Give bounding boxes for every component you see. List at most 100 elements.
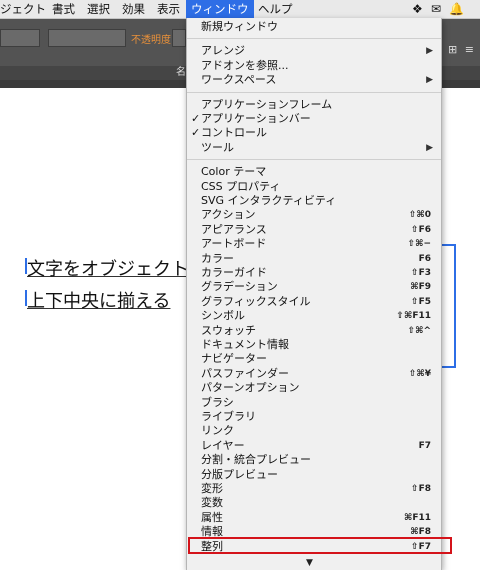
menu-item[interactable]: アレンジ ▶: [187, 44, 441, 58]
menu-item[interactable]: 変数: [187, 496, 441, 510]
menu-item[interactable]: 属性 ⌘F11: [187, 511, 441, 525]
dropbox-icon[interactable]: ❖: [412, 2, 423, 16]
menu-item-label: ライブラリ: [201, 410, 256, 423]
menu-item[interactable]: アートボード ⇧⌘−: [187, 237, 441, 251]
menu-item[interactable]: Color テーマ: [187, 165, 441, 179]
menu-item[interactable]: パスファインダー ⇧⌘¥: [187, 367, 441, 381]
doc-text-line-2[interactable]: 上下中央に揃える: [27, 287, 170, 313]
menu-item-shortcut: ⌘F9: [410, 282, 431, 293]
menu-window[interactable]: ウィンドウ: [186, 0, 254, 18]
menu-item-label: ツール: [201, 140, 234, 154]
bell-icon[interactable]: 🔔: [449, 2, 464, 16]
menu-item[interactable]: アプリケーションフレーム: [187, 98, 441, 112]
menu-item-label: アクション: [201, 208, 256, 222]
menu-item-label: アドオンを参照...: [201, 58, 289, 72]
menu-item-label: 分割・統合プレビュー: [201, 453, 311, 467]
document-tab-label[interactable]: 名: [176, 66, 186, 80]
doc-text-line-1[interactable]: 文字をオブジェクトの: [27, 255, 207, 281]
stroke-weight-field[interactable]: [0, 29, 40, 47]
submenu-arrow-icon: ▶: [426, 142, 433, 153]
menu-item[interactable]: シンボル ⇧⌘F11: [187, 309, 441, 323]
menu-item[interactable]: 分割・統合プレビュー: [187, 453, 441, 467]
menu-view[interactable]: 表示: [157, 0, 180, 18]
menu-item-label: アピアランス: [201, 222, 267, 236]
menu-item-label: グラフィックスタイル: [201, 294, 311, 308]
menu-item-label: リンク: [201, 424, 234, 438]
menu-item[interactable]: レイヤー F7: [187, 439, 441, 453]
menu-item[interactable]: ✓ アプリケーションバー: [187, 112, 441, 126]
menu-item-label: アプリケーションバー: [201, 112, 311, 125]
mail-icon[interactable]: ✉: [431, 2, 441, 16]
menu-item-shortcut: ⌘F11: [403, 512, 431, 523]
menu-object[interactable]: ジェクト: [0, 0, 46, 18]
menu-item-label: ドキュメント情報: [201, 338, 289, 351]
menu-item-label: パターンオプション: [201, 381, 300, 395]
menu-separator: [187, 38, 441, 40]
menu-item[interactable]: ブラシ: [187, 396, 441, 410]
menu-item-label: 分版プレビュー: [201, 467, 278, 481]
submenu-arrow-icon: ▶: [426, 46, 433, 57]
menu-item-shortcut: ⇧⌘−: [407, 239, 431, 250]
menu-item-shortcut: ⇧⌘F11: [396, 311, 431, 322]
menu-item-shortcut: ⇧F8: [411, 484, 431, 494]
menu-item-label: ブラシ: [201, 395, 234, 409]
menu-item[interactable]: SVG インタラクティビティ: [187, 194, 441, 208]
menu-item[interactable]: リンク: [187, 424, 441, 438]
selection-bracket: [440, 244, 456, 368]
menu-item-label: パスファインダー: [201, 366, 289, 380]
menu-item-label: ワークスペース: [201, 73, 277, 87]
menu-item-shortcut: ⇧F6: [411, 224, 431, 235]
menu-effect[interactable]: 効果: [122, 0, 145, 18]
menu-item[interactable]: ドキュメント情報: [187, 338, 441, 352]
window-menu: 新規ウィンドウ アレンジ ▶ アドオンを参照... ワークスペース ▶ アプリケーションフレ…: [186, 18, 442, 570]
menu-select[interactable]: 選択: [87, 0, 110, 18]
menu-item-label: 属性: [201, 510, 223, 524]
menu-item-label: グラデーション: [201, 280, 278, 294]
menu-item[interactable]: 変形 ⇧F8: [187, 482, 441, 496]
menu-item[interactable]: グラデーション ⌘F9: [187, 280, 441, 294]
menu-type[interactable]: 書式: [52, 0, 75, 18]
menu-item[interactable]: CSS プロパティ: [187, 180, 441, 194]
menu-help[interactable]: ヘルプ: [258, 0, 293, 18]
menu-item[interactable]: ワークスペース ▶: [187, 73, 441, 87]
menu-item[interactable]: アピアランス ⇧F6: [187, 223, 441, 237]
menu-item[interactable]: パターンオプション: [187, 381, 441, 395]
menu-item[interactable]: ✓ コントロール: [187, 126, 441, 140]
menu-item-label: CSS プロパティ: [201, 179, 281, 193]
menu-item[interactable]: ライブラリ: [187, 410, 441, 424]
menu-separator: [187, 91, 441, 93]
brush-select[interactable]: [48, 29, 126, 47]
opacity-field[interactable]: [172, 29, 186, 47]
menu-item-shortcut: ⇧⌘¥: [408, 368, 431, 379]
menu-item[interactable]: アクション ⇧⌘0: [187, 208, 441, 222]
menu-item-label: アレンジ: [201, 44, 245, 58]
menu-item-label: コントロール: [201, 126, 267, 140]
menu-item-label: 変数: [201, 496, 223, 510]
highlight-box: [188, 537, 452, 554]
scroll-down-icon[interactable]: ▼: [306, 558, 313, 568]
menu-item-label: シンボル: [201, 309, 245, 323]
menu-item[interactable]: カラー F6: [187, 252, 441, 266]
menu-item-shortcut: ⇧⌘^: [407, 325, 431, 336]
menu-item[interactable]: ナビゲーター: [187, 352, 441, 366]
menu-item[interactable]: カラーガイド ⇧F3: [187, 266, 441, 280]
menu-bar: ジェクト 書式 選択 効果 表示 ウィンドウ ヘルプ ❖ ✉ 🔔: [0, 0, 480, 19]
menu-item[interactable]: 新規ウィンドウ: [187, 20, 441, 34]
menu-item-shortcut: F7: [418, 440, 431, 451]
menu-item-label: レイヤー: [201, 438, 245, 452]
menu-item-label: アートボード: [201, 237, 267, 251]
menu-item-shortcut: ⇧F5: [411, 296, 431, 307]
menu-item[interactable]: アドオンを参照...: [187, 59, 441, 73]
menu-item[interactable]: ツール ▶: [187, 141, 441, 155]
menu-item-label: アプリケーションフレーム: [201, 97, 333, 111]
menu-item-label: SVG インタラクティビティ: [201, 194, 337, 207]
submenu-arrow-icon: ▶: [426, 75, 433, 86]
menu-item[interactable]: スウォッチ ⇧⌘^: [187, 324, 441, 338]
menu-item-label: 新規ウィンドウ: [201, 20, 278, 33]
menu-item-label: ナビゲーター: [201, 352, 267, 366]
menu-item[interactable]: 分版プレビュー: [187, 468, 441, 482]
menu-item[interactable]: グラフィックスタイル ⇧F5: [187, 295, 441, 309]
menu-item-label: スウォッチ: [201, 323, 256, 337]
checkmark-icon: ✓: [191, 126, 201, 140]
menu-item-shortcut: F6: [418, 253, 431, 264]
